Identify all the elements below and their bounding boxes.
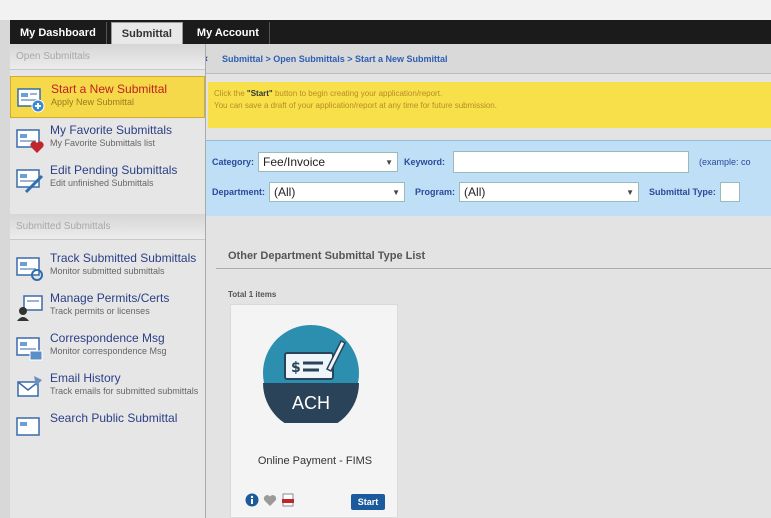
favorite-document-icon <box>16 129 44 153</box>
sidebar-item-search-public[interactable]: Search Public Submittal <box>10 406 205 446</box>
info-icon[interactable] <box>245 493 259 507</box>
track-document-icon <box>16 257 43 281</box>
breadcrumb: Submittal > Open Submittals > Start a Ne… <box>222 53 448 64</box>
start-button[interactable]: Start <box>351 494 385 510</box>
message-document-icon <box>16 337 43 361</box>
program-label: Program: <box>415 187 456 197</box>
sidebar-item-label: Correspondence Msg <box>50 331 165 345</box>
browser-top-strip <box>0 0 771 20</box>
program-select[interactable]: (All) ▼ <box>459 182 640 202</box>
sidebar-item-sublabel: Track emails for submitted submittals <box>50 386 199 396</box>
permit-user-icon <box>17 295 43 321</box>
sidebar: Open Submittals Start a New Submittal Ap… <box>10 44 206 518</box>
program-value: (All) <box>464 185 486 199</box>
sidebar-item-sublabel: Apply New Submittal <box>51 97 135 107</box>
sidebar-header-submitted: Submitted Submittals <box>10 214 205 240</box>
sidebar-item-correspondence[interactable]: Correspondence Msg Monitor correspondenc… <box>10 326 205 366</box>
main-navigation: My Dashboard Submittal My Account <box>10 20 771 44</box>
submittal-type-label: Submittal Type: <box>649 187 716 197</box>
svg-text:$: $ <box>291 360 301 376</box>
submittal-type-select[interactable] <box>719 182 740 202</box>
favorite-heart-icon[interactable] <box>263 493 277 507</box>
sidebar-item-label: Search Public Submittal <box>50 411 178 425</box>
card-actions <box>245 493 295 507</box>
sidebar-item-sublabel: Track permits or licenses <box>50 306 150 316</box>
department-label: Department: <box>212 187 266 197</box>
tab-my-account[interactable]: My Account <box>187 22 270 44</box>
dropdown-arrow-icon: ▼ <box>385 157 394 167</box>
sidebar-item-label: Email History <box>50 371 121 385</box>
total-count: Total 1 items <box>228 290 277 299</box>
sidebar-item-edit-pending[interactable]: Edit Pending Submittals Edit unfinished … <box>10 158 205 198</box>
ach-payment-icon: $ ACH <box>263 325 359 423</box>
list-title: Other Department Submittal Type List <box>228 250 426 262</box>
sidebar-item-email-history[interactable]: Email History Track emails for submitted… <box>10 366 205 406</box>
pdf-document-icon[interactable] <box>281 493 295 507</box>
sidebar-item-favorites[interactable]: My Favorite Submittals My Favorite Submi… <box>10 118 205 158</box>
sidebar-item-sublabel: Edit unfinished Submittals <box>50 178 154 188</box>
sidebar-item-label: Edit Pending Submittals <box>50 163 178 177</box>
notice-line-1: Click the "Start" button to begin creati… <box>214 89 443 98</box>
keyword-input[interactable] <box>453 151 690 173</box>
dropdown-arrow-icon: ▼ <box>392 187 401 197</box>
tab-submittal[interactable]: Submittal <box>110 22 183 44</box>
department-select[interactable]: (All) ▼ <box>269 182 406 202</box>
collapse-sidebar-icon[interactable]: « <box>206 52 216 66</box>
dropdown-arrow-icon: ▼ <box>626 187 635 197</box>
sidebar-item-manage-permits[interactable]: Manage Permits/Certs Track permits or li… <box>10 286 205 326</box>
main-panel: « Submittal > Open Submittals > Start a … <box>206 44 771 518</box>
department-value: (All) <box>274 185 296 199</box>
sidebar-header-open: Open Submittals <box>10 44 205 70</box>
notice-line-2: You can save a draft of your application… <box>214 101 497 110</box>
new-document-icon <box>17 88 45 113</box>
divider <box>216 268 771 269</box>
sidebar-item-label: Start a New Submittal <box>51 82 168 96</box>
instruction-notice: Click the "Start" button to begin creati… <box>208 82 771 128</box>
svg-text:ACH: ACH <box>292 393 330 413</box>
search-document-icon <box>16 417 40 436</box>
edit-document-icon <box>16 169 44 194</box>
sidebar-item-sublabel: Monitor submitted submittals <box>50 266 165 276</box>
category-select[interactable]: Fee/Invoice ▼ <box>258 152 399 172</box>
sidebar-item-sublabel: Monitor correspondence Msg <box>50 346 167 356</box>
email-icon <box>17 376 42 397</box>
sidebar-item-label: Manage Permits/Certs <box>50 291 170 305</box>
breadcrumb-bar: « Submittal > Open Submittals > Start a … <box>206 44 771 74</box>
card-title: Online Payment - FIMS <box>257 455 373 467</box>
sidebar-item-label: My Favorite Submittals <box>50 123 173 137</box>
sidebar-item-sublabel: My Favorite Submittals list <box>50 138 156 148</box>
submittal-card[interactable]: $ ACH Online Payment - FIMS Start <box>230 304 398 518</box>
category-label: Category: <box>212 157 255 167</box>
filter-panel: Category: Fee/Invoice ▼ Keyword: (exampl… <box>206 140 771 216</box>
tab-my-dashboard[interactable]: My Dashboard <box>10 22 107 44</box>
keyword-example: (example: co <box>699 157 751 167</box>
category-value: Fee/Invoice <box>263 155 326 169</box>
sidebar-item-label: Track Submitted Submittals <box>50 251 197 265</box>
keyword-label: Keyword: <box>404 157 446 167</box>
sidebar-item-track-submitted[interactable]: Track Submitted Submittals Monitor submi… <box>10 246 205 286</box>
sidebar-item-start-new[interactable]: Start a New Submittal Apply New Submitta… <box>10 76 205 118</box>
